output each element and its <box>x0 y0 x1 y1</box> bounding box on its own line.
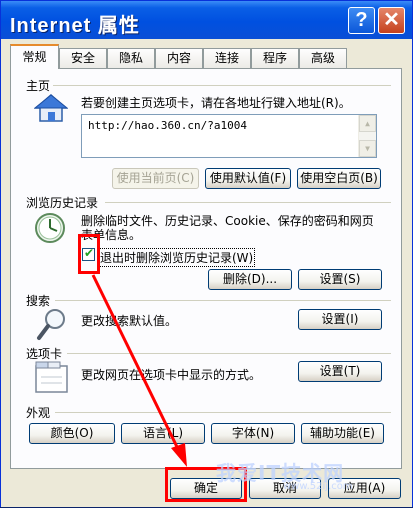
tab-general[interactable]: 常规 <box>10 44 59 69</box>
watermark-url: www.52ij.com <box>283 481 353 492</box>
internet-options-dialog: Internet 属性 ? ✕ 常规 安全 隐私 内容 连接 程序 高级 主页 … <box>0 0 413 507</box>
annotation-arrow-icon <box>91 274 187 467</box>
